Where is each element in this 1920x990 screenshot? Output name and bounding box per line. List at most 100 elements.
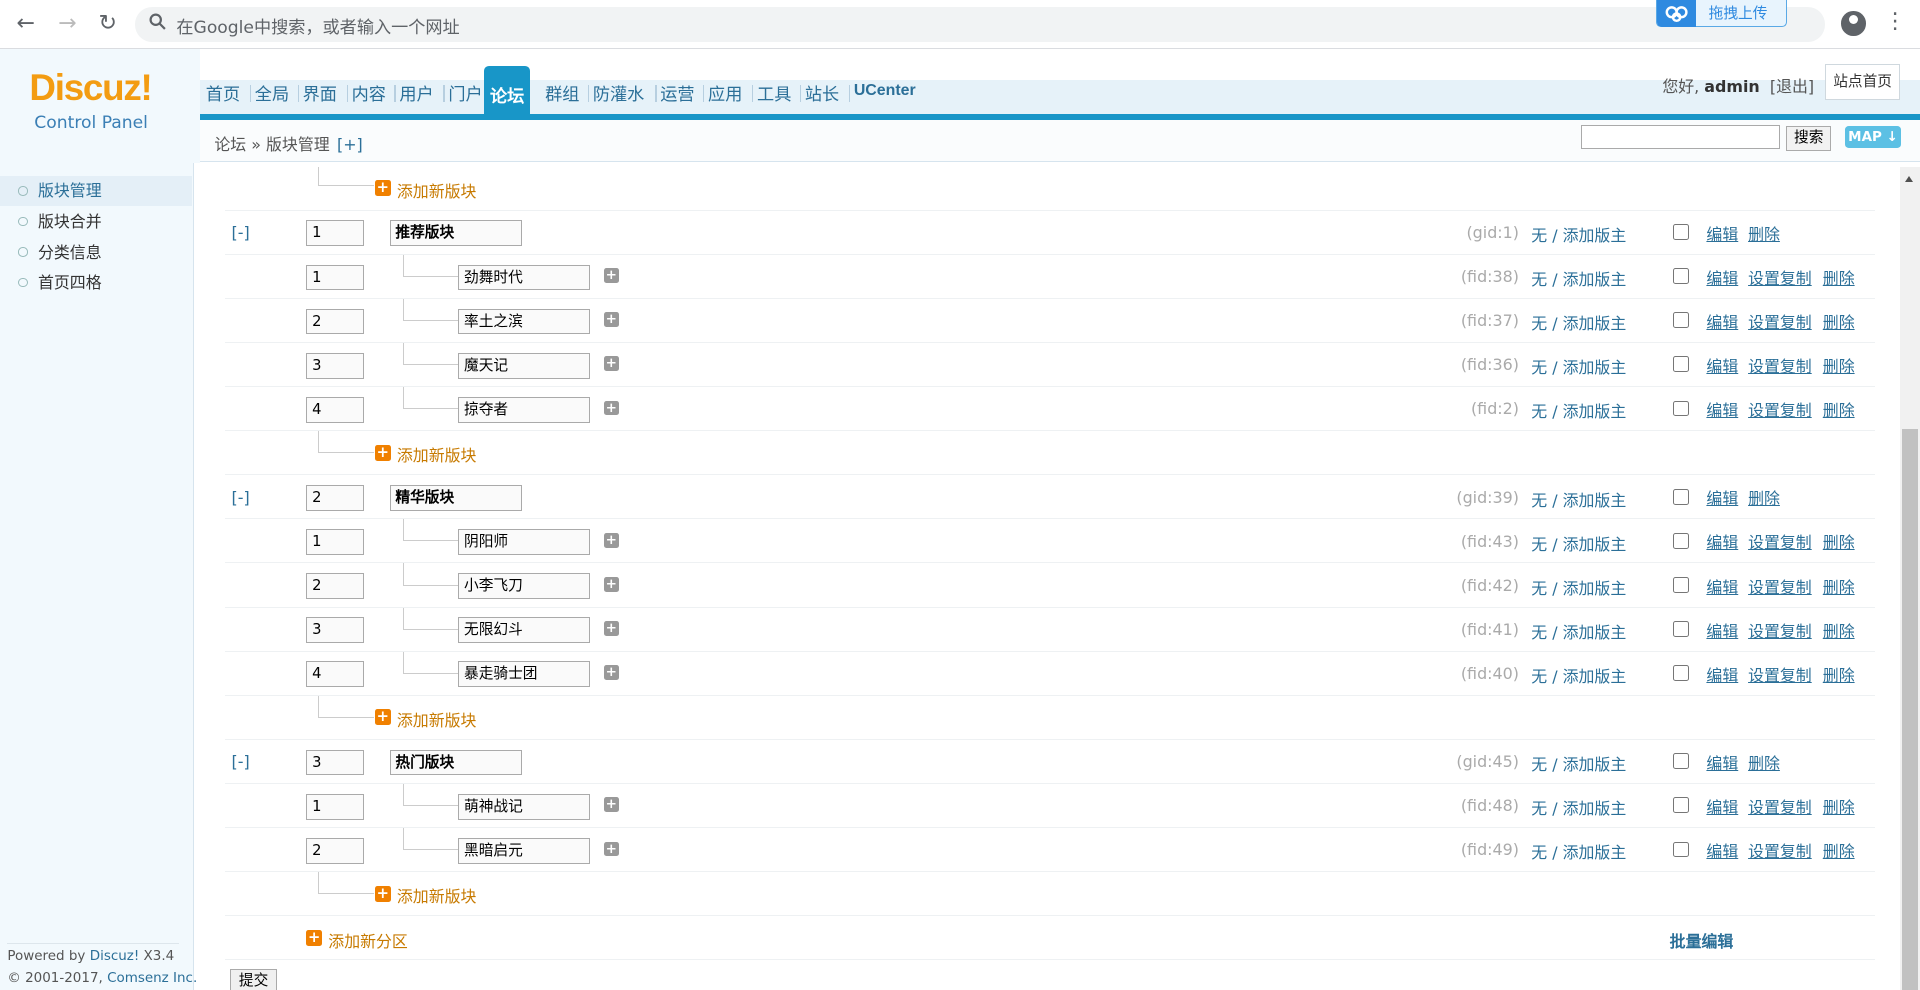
delete-link[interactable]: 删除 bbox=[1823, 839, 1855, 862]
edit-link[interactable]: 编辑 bbox=[1706, 398, 1738, 421]
menu-icon[interactable]: ⋮ bbox=[1884, 9, 1906, 35]
moderator-link[interactable]: 无 / 添加版主 bbox=[1531, 576, 1626, 599]
moderator-link[interactable]: 无 / 添加版主 bbox=[1531, 311, 1626, 334]
add-icon[interactable]: + bbox=[374, 444, 391, 461]
add-icon[interactable]: + bbox=[306, 929, 323, 946]
delete-link[interactable]: 删除 bbox=[1823, 663, 1855, 686]
add-subforum-icon[interactable]: + bbox=[603, 533, 619, 548]
sidebar-item-0[interactable]: 版块管理 bbox=[0, 176, 193, 206]
comsenz-link[interactable]: Comsenz Inc. bbox=[107, 970, 197, 986]
collapse-toggle[interactable]: [-] bbox=[232, 752, 250, 771]
display-order-input[interactable]: 4 bbox=[306, 661, 364, 688]
copy-settings-link[interactable]: 设置复制 bbox=[1748, 266, 1812, 289]
nav-item-2[interactable]: 界面 bbox=[303, 80, 337, 105]
copy-settings-link[interactable]: 设置复制 bbox=[1748, 398, 1812, 421]
sidebar-item-2[interactable]: 分类信息 bbox=[0, 238, 192, 267]
delete-link[interactable]: 删除 bbox=[1748, 486, 1780, 509]
edit-link[interactable]: 编辑 bbox=[1706, 751, 1738, 774]
copy-settings-link[interactable]: 设置复制 bbox=[1748, 663, 1812, 686]
copy-settings-link[interactable]: 设置复制 bbox=[1748, 795, 1812, 818]
breadcrumb-add[interactable]: [+] bbox=[337, 135, 363, 154]
add-icon[interactable]: + bbox=[374, 709, 391, 726]
display-order-input[interactable]: 3 bbox=[306, 352, 364, 379]
copy-settings-link[interactable]: 设置复制 bbox=[1748, 575, 1812, 598]
sidebar-item-1[interactable]: 版块合并 bbox=[0, 207, 192, 236]
group-name-input[interactable]: 推荐版块 bbox=[389, 220, 522, 247]
edit-link[interactable]: 编辑 bbox=[1706, 354, 1738, 377]
delete-link[interactable]: 删除 bbox=[1823, 310, 1855, 333]
edit-link[interactable]: 编辑 bbox=[1706, 663, 1738, 686]
collapse-toggle[interactable]: [-] bbox=[232, 488, 250, 507]
display-order-input[interactable]: 1 bbox=[306, 264, 364, 291]
row-checkbox[interactable] bbox=[1673, 400, 1690, 417]
row-checkbox[interactable] bbox=[1673, 665, 1690, 682]
forum-name-input[interactable]: 小李飞刀 bbox=[458, 573, 591, 599]
edit-link[interactable]: 编辑 bbox=[1706, 839, 1738, 862]
add-forum-link[interactable]: 添加新版块 bbox=[397, 179, 477, 202]
row-checkbox[interactable] bbox=[1673, 224, 1690, 241]
delete-link[interactable]: 删除 bbox=[1823, 619, 1855, 642]
add-subforum-icon[interactable]: + bbox=[603, 400, 619, 416]
forum-name-input[interactable]: 掠夺者 bbox=[458, 396, 591, 423]
forum-name-input[interactable]: 黑暗启元 bbox=[458, 837, 591, 864]
nav-item-10[interactable]: 应用 bbox=[708, 80, 742, 105]
edit-link[interactable]: 编辑 bbox=[1706, 222, 1738, 245]
display-order-input[interactable]: 1 bbox=[306, 529, 364, 555]
logout-link[interactable]: [退出] bbox=[1770, 77, 1814, 96]
row-checkbox[interactable] bbox=[1673, 753, 1690, 770]
forward-icon[interactable]: → bbox=[54, 12, 81, 37]
row-checkbox[interactable] bbox=[1673, 621, 1690, 637]
delete-link[interactable]: 删除 bbox=[1748, 751, 1780, 774]
add-forum-link[interactable]: 添加新版块 bbox=[397, 708, 477, 731]
display-order-input[interactable]: 2 bbox=[306, 573, 364, 599]
moderator-link[interactable]: 无 / 添加版主 bbox=[1531, 796, 1626, 819]
delete-link[interactable]: 删除 bbox=[1823, 266, 1855, 289]
display-order-input[interactable]: 1 bbox=[306, 793, 364, 820]
scrollbar[interactable] bbox=[1899, 166, 1920, 990]
row-checkbox[interactable] bbox=[1673, 532, 1690, 549]
moderator-link[interactable]: 无 / 添加版主 bbox=[1531, 664, 1626, 687]
moderator-link[interactable]: 无 / 添加版主 bbox=[1531, 267, 1626, 290]
forum-name-input[interactable]: 率土之滨 bbox=[458, 308, 591, 335]
display-order-input[interactable]: 3 bbox=[306, 749, 364, 776]
add-forum-link[interactable]: 添加新版块 bbox=[397, 884, 477, 907]
nav-item-11[interactable]: 工具 bbox=[757, 80, 791, 105]
group-name-input[interactable]: 精华版块 bbox=[389, 485, 522, 511]
row-checkbox[interactable] bbox=[1673, 488, 1690, 505]
batch-edit-link[interactable]: 批量编辑 bbox=[1670, 929, 1734, 952]
add-group-link[interactable]: 添加新分区 bbox=[328, 929, 408, 952]
row-checkbox[interactable] bbox=[1673, 312, 1690, 329]
moderator-link[interactable]: 无 / 添加版主 bbox=[1531, 752, 1626, 775]
edit-link[interactable]: 编辑 bbox=[1706, 619, 1738, 642]
nav-item-0[interactable]: 首页 bbox=[206, 80, 240, 105]
nav-item-4[interactable]: 用户 bbox=[399, 80, 433, 105]
edit-link[interactable]: 编辑 bbox=[1706, 795, 1738, 818]
add-icon[interactable]: + bbox=[374, 180, 391, 196]
moderator-link[interactable]: 无 / 添加版主 bbox=[1531, 840, 1626, 863]
copy-settings-link[interactable]: 设置复制 bbox=[1748, 354, 1812, 377]
add-subforum-icon[interactable]: + bbox=[603, 621, 619, 636]
display-order-input[interactable]: 2 bbox=[306, 308, 364, 335]
delete-link[interactable]: 删除 bbox=[1823, 795, 1855, 818]
add-subforum-icon[interactable]: + bbox=[603, 797, 619, 813]
forum-name-input[interactable]: 劲舞时代 bbox=[458, 264, 591, 291]
nav-item-6[interactable]: 论坛 bbox=[483, 66, 531, 121]
scroll-thumb[interactable] bbox=[1902, 428, 1919, 990]
nav-item-7[interactable]: 群组 bbox=[545, 80, 579, 105]
copy-settings-link[interactable]: 设置复制 bbox=[1748, 839, 1812, 862]
add-subforum-icon[interactable]: + bbox=[603, 312, 619, 328]
row-checkbox[interactable] bbox=[1673, 576, 1690, 593]
moderator-link[interactable]: 无 / 添加版主 bbox=[1531, 620, 1626, 643]
forum-name-input[interactable]: 阴阳师 bbox=[458, 529, 591, 555]
nav-item-13[interactable]: UCenter bbox=[854, 82, 916, 100]
delete-link[interactable]: 删除 bbox=[1823, 530, 1855, 553]
account-icon[interactable] bbox=[1841, 11, 1866, 36]
moderator-link[interactable]: 无 / 添加版主 bbox=[1531, 532, 1626, 555]
delete-link[interactable]: 删除 bbox=[1748, 222, 1780, 245]
row-checkbox[interactable] bbox=[1673, 841, 1690, 858]
nav-item-3[interactable]: 内容 bbox=[352, 80, 386, 105]
reload-icon[interactable]: ↻ bbox=[94, 12, 121, 37]
submit-button[interactable]: 提交 bbox=[230, 968, 277, 990]
scroll-up-icon[interactable] bbox=[1904, 176, 1913, 183]
display-order-input[interactable]: 3 bbox=[306, 617, 364, 644]
